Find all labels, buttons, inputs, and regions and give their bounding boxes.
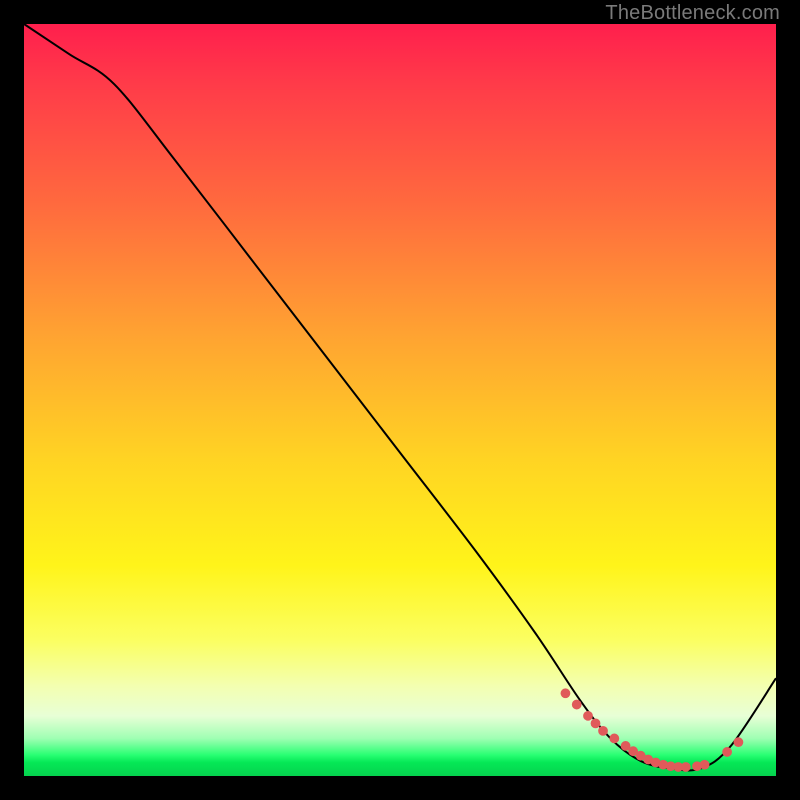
trough-dot: [609, 734, 619, 744]
bottleneck-curve: [24, 24, 776, 770]
trough-dot: [722, 747, 732, 757]
trough-dot: [583, 711, 593, 721]
trough-dot: [561, 688, 571, 698]
chart-container: TheBottleneck.com: [0, 0, 800, 800]
trough-dot: [591, 718, 601, 728]
plot-area: [24, 24, 776, 776]
curve-layer: [24, 24, 776, 776]
trough-dots: [561, 688, 744, 771]
trough-dot: [572, 700, 582, 710]
trough-dot: [700, 760, 710, 770]
trough-dot: [598, 726, 608, 736]
trough-dot: [681, 762, 691, 772]
watermark-text: TheBottleneck.com: [605, 2, 780, 25]
trough-dot: [734, 737, 744, 747]
